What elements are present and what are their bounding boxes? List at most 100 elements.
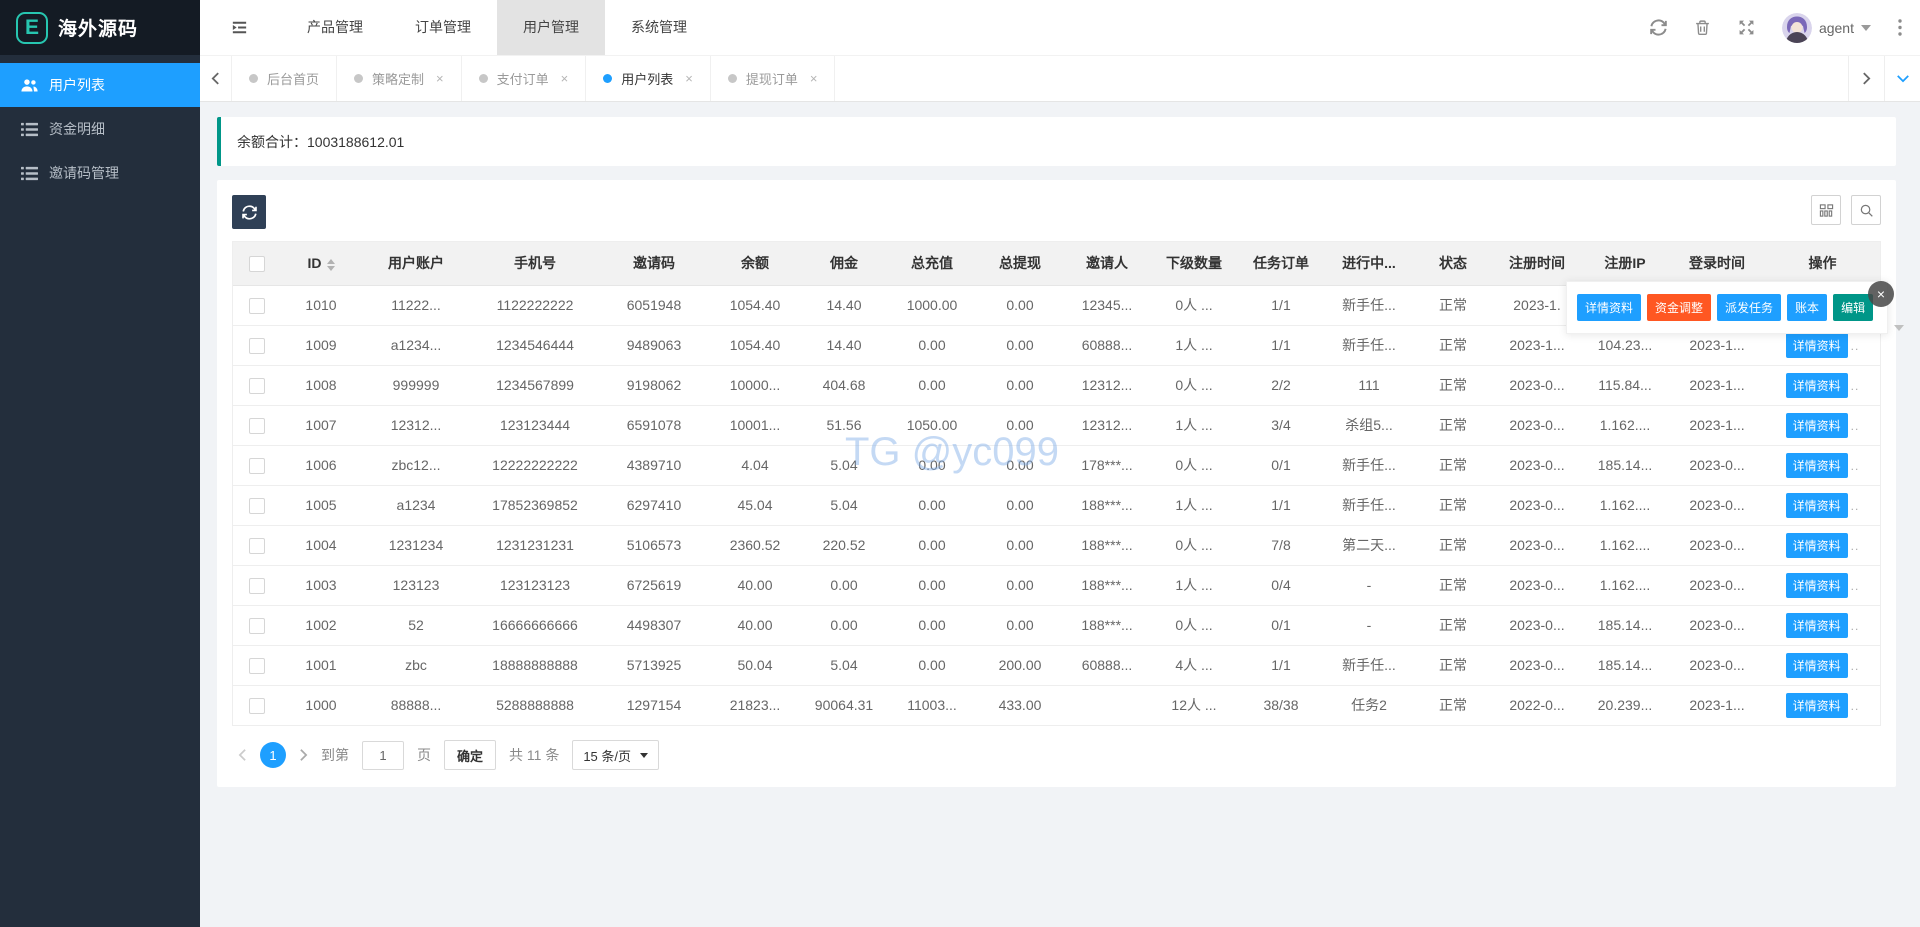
prev-page-icon[interactable]	[238, 748, 247, 762]
current-page-button[interactable]: 1	[260, 742, 286, 768]
more-actions[interactable]: ..	[1851, 699, 1860, 713]
column-header[interactable]: ID	[281, 242, 361, 285]
tab-策略定制[interactable]: 策略定制×	[337, 56, 462, 101]
detail-button[interactable]: 详情资料	[1786, 693, 1848, 718]
detail-button[interactable]: 详情资料	[1786, 613, 1848, 638]
table-header-row: ID用户账户手机号邀请码余额佣金总充值总提现邀请人下级数量任务订单进行中...状…	[233, 242, 1880, 285]
cell-reg_ip: 1.162....	[1581, 405, 1669, 445]
detail-button[interactable]: 详情资料	[1786, 573, 1848, 598]
column-header[interactable]: 注册时间	[1493, 242, 1581, 285]
close-icon[interactable]: ×	[1868, 281, 1894, 307]
goto-confirm-button[interactable]: 确定	[444, 740, 496, 770]
popup-action-派发任务[interactable]: 派发任务	[1717, 294, 1781, 321]
page-size-select[interactable]: 15 条/页	[572, 740, 659, 770]
nav-item-用户管理[interactable]: 用户管理	[497, 0, 605, 55]
row-checkbox[interactable]	[249, 338, 265, 354]
detail-button[interactable]: 详情资料	[1786, 653, 1848, 678]
tab-后台首页[interactable]: 后台首页	[232, 56, 337, 101]
tab-menu-icon[interactable]	[1884, 56, 1920, 101]
sort-icon[interactable]	[327, 259, 335, 271]
sidebar-item-邀请码管理[interactable]: 邀请码管理	[0, 151, 200, 195]
select-all-checkbox[interactable]	[249, 256, 265, 272]
cell-total_recharge: 0.00	[887, 525, 977, 565]
user-menu[interactable]: agent	[1782, 13, 1871, 43]
more-actions[interactable]: ..	[1851, 579, 1860, 593]
fullscreen-icon[interactable]	[1738, 19, 1755, 36]
detail-button[interactable]: 详情资料	[1786, 493, 1848, 518]
columns-filter-button[interactable]	[1811, 195, 1841, 225]
more-actions[interactable]: ..	[1851, 419, 1860, 433]
more-actions[interactable]: ..	[1851, 659, 1860, 673]
tab-提现订单[interactable]: 提现订单×	[711, 56, 836, 101]
more-actions[interactable]: ..	[1851, 459, 1860, 473]
cell-status: 正常	[1413, 365, 1493, 405]
column-header[interactable]: 进行中...	[1325, 242, 1413, 285]
column-header[interactable]: 状态	[1413, 242, 1493, 285]
popup-action-详情资料[interactable]: 详情资料	[1577, 294, 1641, 321]
column-header[interactable]: 注册IP	[1581, 242, 1669, 285]
detail-button[interactable]: 详情资料	[1786, 453, 1848, 478]
detail-button[interactable]: 详情资料	[1786, 533, 1848, 558]
more-actions[interactable]: ..	[1851, 539, 1860, 553]
row-checkbox[interactable]	[249, 458, 265, 474]
row-checkbox[interactable]	[249, 498, 265, 514]
more-actions[interactable]: ..	[1851, 499, 1860, 513]
column-header[interactable]: 任务订单	[1237, 242, 1325, 285]
cell-subordinates: 1人 ...	[1151, 565, 1237, 605]
column-header[interactable]: 佣金	[801, 242, 887, 285]
nav-item-产品管理[interactable]: 产品管理	[281, 0, 389, 55]
detail-button[interactable]: 详情资料	[1786, 413, 1848, 438]
next-page-icon[interactable]	[299, 748, 308, 762]
cell-in_progress: 111	[1325, 365, 1413, 405]
detail-button[interactable]: 详情资料	[1786, 333, 1848, 358]
cell-subordinates: 0人 ...	[1151, 605, 1237, 645]
column-header[interactable]: 总提现	[977, 242, 1063, 285]
column-header[interactable]: 邀请码	[599, 242, 709, 285]
column-header[interactable]: 下级数量	[1151, 242, 1237, 285]
row-checkbox[interactable]	[249, 418, 265, 434]
sidebar-item-资金明细[interactable]: 资金明细	[0, 107, 200, 151]
row-checkbox[interactable]	[249, 618, 265, 634]
more-actions[interactable]: ..	[1851, 619, 1860, 633]
cell-status: 正常	[1413, 565, 1493, 605]
detail-button[interactable]: 详情资料	[1786, 373, 1848, 398]
refresh-icon[interactable]	[1650, 19, 1667, 36]
tab-scroll-left-icon[interactable]	[200, 56, 232, 101]
cell-phone: 1122222222	[471, 285, 599, 325]
popup-action-编辑[interactable]: 编辑	[1833, 294, 1873, 321]
row-checkbox[interactable]	[249, 698, 265, 714]
row-checkbox[interactable]	[249, 378, 265, 394]
more-actions[interactable]: ..	[1851, 339, 1860, 353]
more-menu-icon[interactable]	[1898, 19, 1902, 36]
row-checkbox[interactable]	[249, 578, 265, 594]
row-checkbox[interactable]	[249, 298, 265, 314]
more-actions[interactable]: ..	[1851, 379, 1860, 393]
sidebar-toggle-icon[interactable]	[230, 18, 249, 37]
column-header[interactable]: 登录时间	[1669, 242, 1765, 285]
tab-close-icon[interactable]: ×	[685, 71, 693, 86]
tab-scroll-right-icon[interactable]	[1848, 56, 1884, 101]
column-header[interactable]: 邀请人	[1063, 242, 1151, 285]
column-header[interactable]: 余额	[709, 242, 801, 285]
column-header[interactable]: 总充值	[887, 242, 977, 285]
search-icon[interactable]	[1851, 195, 1881, 225]
row-checkbox[interactable]	[249, 658, 265, 674]
tab-close-icon[interactable]: ×	[436, 71, 444, 86]
nav-item-订单管理[interactable]: 订单管理	[389, 0, 497, 55]
sidebar-item-用户列表[interactable]: 用户列表	[0, 63, 200, 107]
row-checkbox[interactable]	[249, 538, 265, 554]
popup-action-账本[interactable]: 账本	[1787, 294, 1827, 321]
column-header[interactable]: 操作	[1765, 242, 1880, 285]
column-header[interactable]: 用户账户	[361, 242, 471, 285]
popup-action-资金调整[interactable]: 资金调整	[1647, 294, 1711, 321]
column-header[interactable]: 手机号	[471, 242, 599, 285]
tab-支付订单[interactable]: 支付订单×	[462, 56, 587, 101]
cell-reg_ip: 185.14...	[1581, 645, 1669, 685]
tab-close-icon[interactable]: ×	[810, 71, 818, 86]
nav-item-系统管理[interactable]: 系统管理	[605, 0, 713, 55]
table-refresh-button[interactable]	[232, 195, 266, 229]
trash-icon[interactable]	[1694, 19, 1711, 36]
tab-close-icon[interactable]: ×	[561, 71, 569, 86]
page-number-input[interactable]	[362, 741, 404, 770]
tab-用户列表[interactable]: 用户列表×	[586, 56, 711, 101]
